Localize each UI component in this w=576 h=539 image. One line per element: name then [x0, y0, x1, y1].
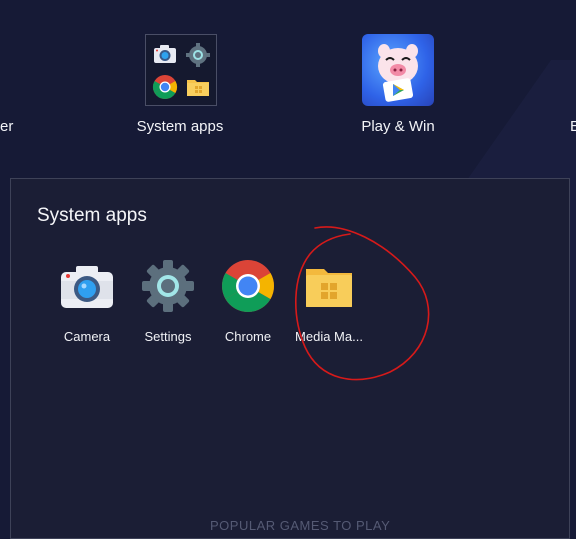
folder-icon [300, 257, 358, 315]
gear-icon [139, 257, 197, 315]
app-settings[interactable]: Settings [128, 257, 208, 344]
chrome-icon [152, 74, 178, 100]
app-label: Settings [144, 329, 192, 344]
app-label: Media Ma... [295, 329, 363, 344]
app-label: Chrome [224, 329, 272, 344]
play-win-label[interactable]: Play & Win [338, 118, 458, 135]
gear-icon [185, 42, 211, 68]
camera-icon [152, 42, 178, 68]
system-apps-folder-panel: System apps Camera Settings Chrome Media… [10, 178, 570, 539]
pig-mascot-icon[interactable] [362, 34, 434, 106]
app-camera[interactable]: Camera [47, 257, 127, 344]
partial-app-label-left[interactable]: er [0, 118, 13, 135]
system-apps-folder-label[interactable]: System apps [120, 118, 240, 135]
system-apps-folder-icon[interactable] [145, 34, 217, 106]
app-media-manager[interactable]: Media Ma... [289, 257, 369, 344]
footer-section-label: POPULAR GAMES TO PLAY [210, 518, 391, 533]
folder-icon [185, 74, 211, 100]
app-label: Camera [63, 329, 111, 344]
app-chrome[interactable]: Chrome [208, 257, 288, 344]
panel-title: System apps [37, 205, 147, 226]
chrome-icon [219, 257, 277, 315]
partial-app-label-right[interactable]: E [570, 118, 576, 135]
camera-icon [58, 257, 116, 315]
